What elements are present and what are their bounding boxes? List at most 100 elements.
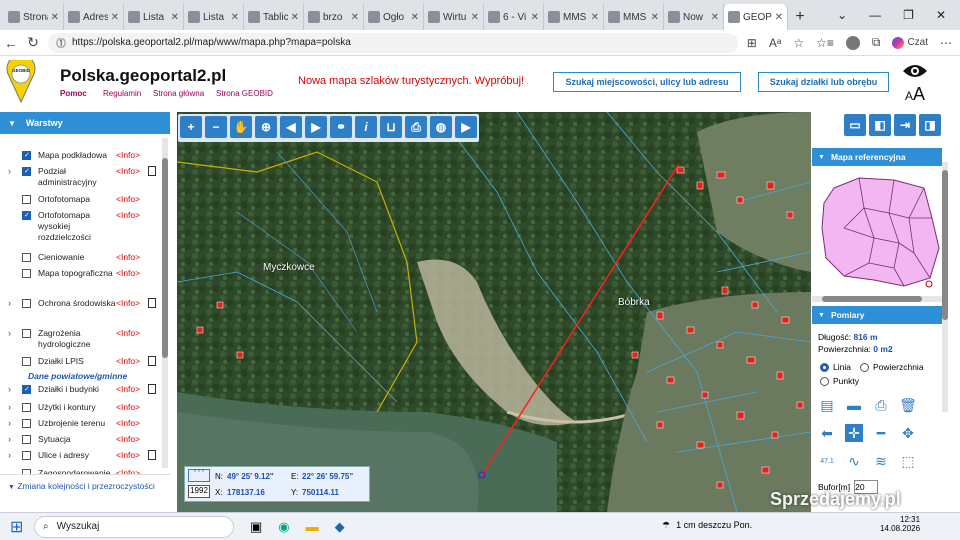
layer-info-link[interactable]: <Info> [116, 210, 140, 221]
add-point-icon[interactable]: ✛ [845, 424, 863, 442]
expand-icon[interactable]: › [8, 402, 11, 413]
arrow-right-icon[interactable]: ▶ [305, 116, 327, 138]
pan-hand-icon[interactable]: ✋ [230, 116, 252, 138]
layer-checkbox[interactable] [22, 384, 31, 395]
close-tab-icon[interactable]: ✕ [591, 12, 599, 23]
layer-info-link[interactable]: <Info> [116, 252, 140, 263]
map-canvas[interactable]: Myczkowce Bóbrka [177, 112, 811, 512]
folder-icon[interactable]: ▬ [845, 396, 863, 414]
store-icon[interactable]: ◆ [335, 519, 345, 535]
ref-map-header[interactable]: ▼ Mapa referencyjna [812, 148, 942, 166]
move-point-icon[interactable]: ✥ [899, 424, 917, 442]
reference-map-poland[interactable] [814, 168, 942, 296]
area-wave-icon[interactable]: ≋ [872, 452, 890, 470]
close-tab-icon[interactable]: ✕ [231, 12, 239, 23]
profile-avatar[interactable] [845, 35, 860, 50]
taskbar-search[interactable]: ⌕ Wyszukaj [34, 515, 234, 538]
layer-checkbox[interactable] [22, 357, 31, 366]
layer-info-link[interactable]: <Info> [116, 356, 140, 367]
geobid-link[interactable]: Strona GEOBID [216, 89, 273, 98]
layout-top-icon[interactable]: ▭ [844, 114, 866, 136]
change-order-link[interactable]: ▼ Zmiana kolejności i przezroczystości [0, 474, 170, 512]
close-tab-icon[interactable]: ✕ [411, 12, 419, 23]
split-screen-icon[interactable]: ⊞ [747, 36, 757, 50]
coord-format-button[interactable]: * * * [188, 469, 210, 482]
expand-icon[interactable]: › [8, 298, 11, 309]
zoom-in-icon[interactable]: + [180, 116, 202, 138]
layer-info-link[interactable]: <Info> [116, 402, 140, 413]
layer-checkbox[interactable] [22, 253, 31, 262]
clock[interactable]: 12:31 14.08.2026 [880, 515, 920, 533]
minimize-button[interactable]: — [869, 8, 881, 22]
layer-checkbox[interactable] [22, 210, 31, 221]
zoom-out-icon[interactable]: − [205, 116, 227, 138]
copilot-button[interactable]: Czat [892, 36, 928, 49]
browser-tab[interactable]: MMS ✕ [604, 4, 664, 30]
print-icon[interactable]: ⎙ [405, 116, 427, 138]
browser-tab[interactable]: Adres ✕ [64, 4, 124, 30]
legend-doc-icon[interactable] [148, 356, 156, 366]
refresh-button[interactable]: ↻ [22, 34, 44, 51]
undo-arrow-icon[interactable]: ⬅ [818, 424, 836, 442]
legend-doc-icon[interactable] [148, 298, 156, 308]
help-link[interactable]: Pomoc [60, 89, 87, 98]
close-tab-icon[interactable]: ✕ [471, 12, 479, 23]
read-aloud-icon[interactable]: Aᵃ [769, 36, 781, 50]
browser-tab[interactable]: Lista ✕ [184, 4, 244, 30]
browser-tab[interactable]: Tablic ✕ [244, 4, 304, 30]
layer-info-link[interactable]: <Info> [116, 298, 140, 309]
globe-icon[interactable]: ◍ [430, 116, 452, 138]
explorer-icon[interactable]: ▬ [306, 519, 319, 534]
layers-panel-header[interactable]: ▼ Warstwy [0, 112, 170, 134]
close-tab-icon[interactable]: ✕ [651, 12, 659, 23]
close-tab-icon[interactable]: ✕ [531, 12, 539, 23]
scale-icon[interactable]: 47.1 [818, 452, 836, 470]
more-menu-icon[interactable]: ⋯ [940, 36, 952, 50]
windows-start-icon[interactable]: ⊞ [10, 517, 23, 537]
tab-search-icon[interactable]: ⌄ [837, 8, 847, 22]
layer-checkbox[interactable] [22, 269, 31, 278]
info-icon[interactable]: i [355, 116, 377, 138]
new-tab-button[interactable]: + [788, 4, 812, 30]
browser-tab[interactable]: 6 - Vi ✕ [484, 4, 544, 30]
layer-info-link[interactable]: <Info> [116, 384, 140, 395]
save-icon[interactable]: ⎙ [872, 396, 890, 414]
layer-info-link[interactable]: <Info> [116, 418, 140, 429]
edge-icon[interactable]: ◉ [278, 519, 289, 535]
remove-point-icon[interactable]: ━ [872, 424, 890, 442]
back-button[interactable]: ← [0, 35, 22, 51]
layer-info-link[interactable]: <Info> [116, 194, 140, 205]
arrow-left-icon[interactable]: ◀ [280, 116, 302, 138]
link-icon[interactable]: ⚭ [330, 116, 352, 138]
site-title[interactable]: Polska.geoportal2.pl [60, 66, 226, 86]
close-tab-icon[interactable]: ✕ [291, 12, 299, 23]
zoom-box-icon[interactable]: ⊕ [255, 116, 277, 138]
camera-icon[interactable]: ▶ [455, 116, 477, 138]
home-link[interactable]: Strona główna [153, 89, 204, 98]
layer-checkbox[interactable] [22, 195, 31, 204]
browser-tab[interactable]: Lista ✕ [124, 4, 184, 30]
layer-checkbox[interactable] [22, 419, 31, 428]
expand-icon[interactable]: › [8, 166, 11, 177]
layer-info-link[interactable]: <Info> [116, 450, 140, 461]
favorites-list-icon[interactable]: ☆≡ [816, 36, 834, 50]
measure-ruler-icon[interactable]: ⊔ [380, 116, 402, 138]
polyline-icon[interactable]: ∿ [845, 452, 863, 470]
expand-icon[interactable]: › [8, 450, 11, 461]
geobid-logo[interactable]: GEOBID [6, 60, 36, 104]
layer-checkbox[interactable] [22, 150, 31, 161]
promo-link[interactable]: Nowa mapa szlaków turystycznych. Wypróbu… [298, 75, 524, 87]
search-place-button[interactable]: Szukaj miejscowości, ulicy lub adresu [553, 72, 741, 92]
browser-tab[interactable]: brzo ✕ [304, 4, 364, 30]
layout-export-icon[interactable]: ⇥ [894, 114, 916, 136]
layout-right-icon[interactable]: ◨ [919, 114, 941, 136]
measurements-header[interactable]: ▼ Pomiary [812, 306, 942, 324]
opt-area-radio[interactable]: Powierzchnia [860, 362, 924, 372]
layer-checkbox[interactable] [22, 166, 31, 177]
expand-icon[interactable]: › [8, 328, 11, 339]
layer-checkbox[interactable] [22, 329, 31, 338]
layout-left-icon[interactable]: ◧ [869, 114, 891, 136]
coord-system-button[interactable]: 1992 [188, 485, 210, 498]
url-field[interactable]: ⓵ https://polska.geoportal2.pl/map/www/m… [48, 32, 738, 53]
layer-info-link[interactable]: <Info> [116, 268, 140, 279]
